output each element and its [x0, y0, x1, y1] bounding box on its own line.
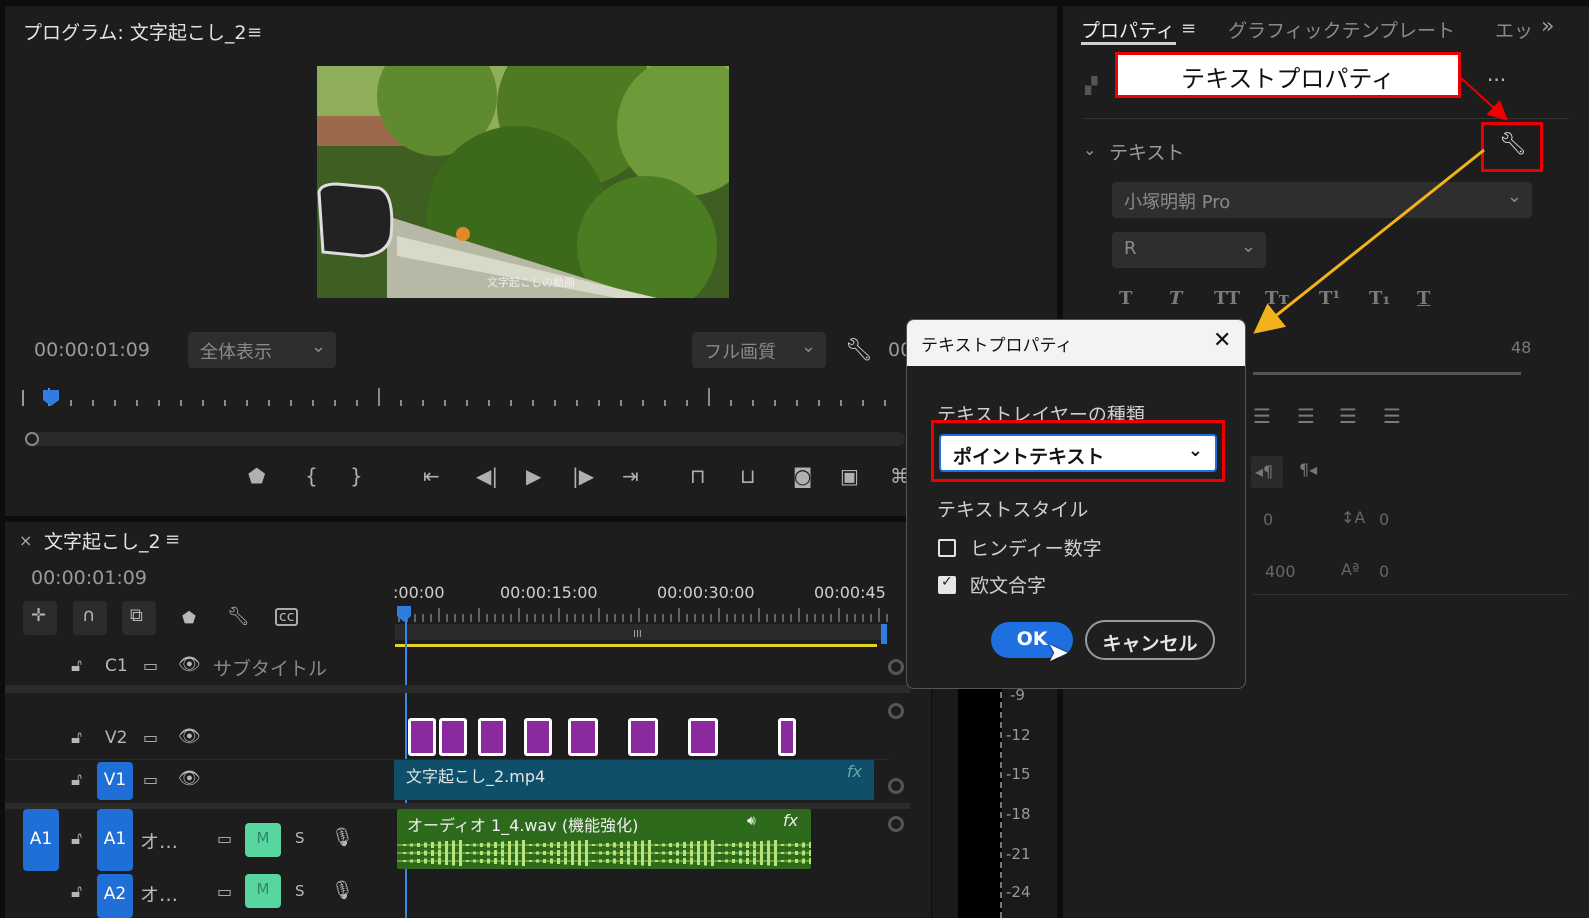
dialog-titlebar: テキストプロパティ [907, 320, 1245, 366]
dialog-title: テキストプロパティ [921, 336, 1073, 356]
hindi-digits-checkbox[interactable] [938, 539, 956, 557]
checkmark-icon: ✓ [941, 574, 953, 590]
annotation-arrows [1253, 77, 1508, 334]
text-style-label: テキストスタイル [937, 499, 1089, 521]
ligatures-checkbox[interactable]: ✓ [938, 574, 956, 594]
layer-type-select[interactable]: ポイントテキスト ⌄ [939, 434, 1217, 472]
chevron-down-icon: ⌄ [1187, 440, 1203, 461]
close-icon[interactable]: ✕ [1213, 328, 1231, 353]
ligatures-label[interactable]: 欧文合字 [970, 571, 1046, 598]
hindi-digits-label[interactable]: ヒンディー数字 [970, 534, 1102, 561]
mouse-cursor-icon: ➤ [1047, 638, 1069, 668]
layer-type-value: ポイントテキスト [953, 446, 1105, 468]
cancel-button[interactable]: キャンセル [1085, 620, 1215, 660]
text-properties-dialog: テキストプロパティ ✕ テキストレイヤーの種類 ポイントテキスト ⌄ テキストス… [906, 319, 1246, 689]
